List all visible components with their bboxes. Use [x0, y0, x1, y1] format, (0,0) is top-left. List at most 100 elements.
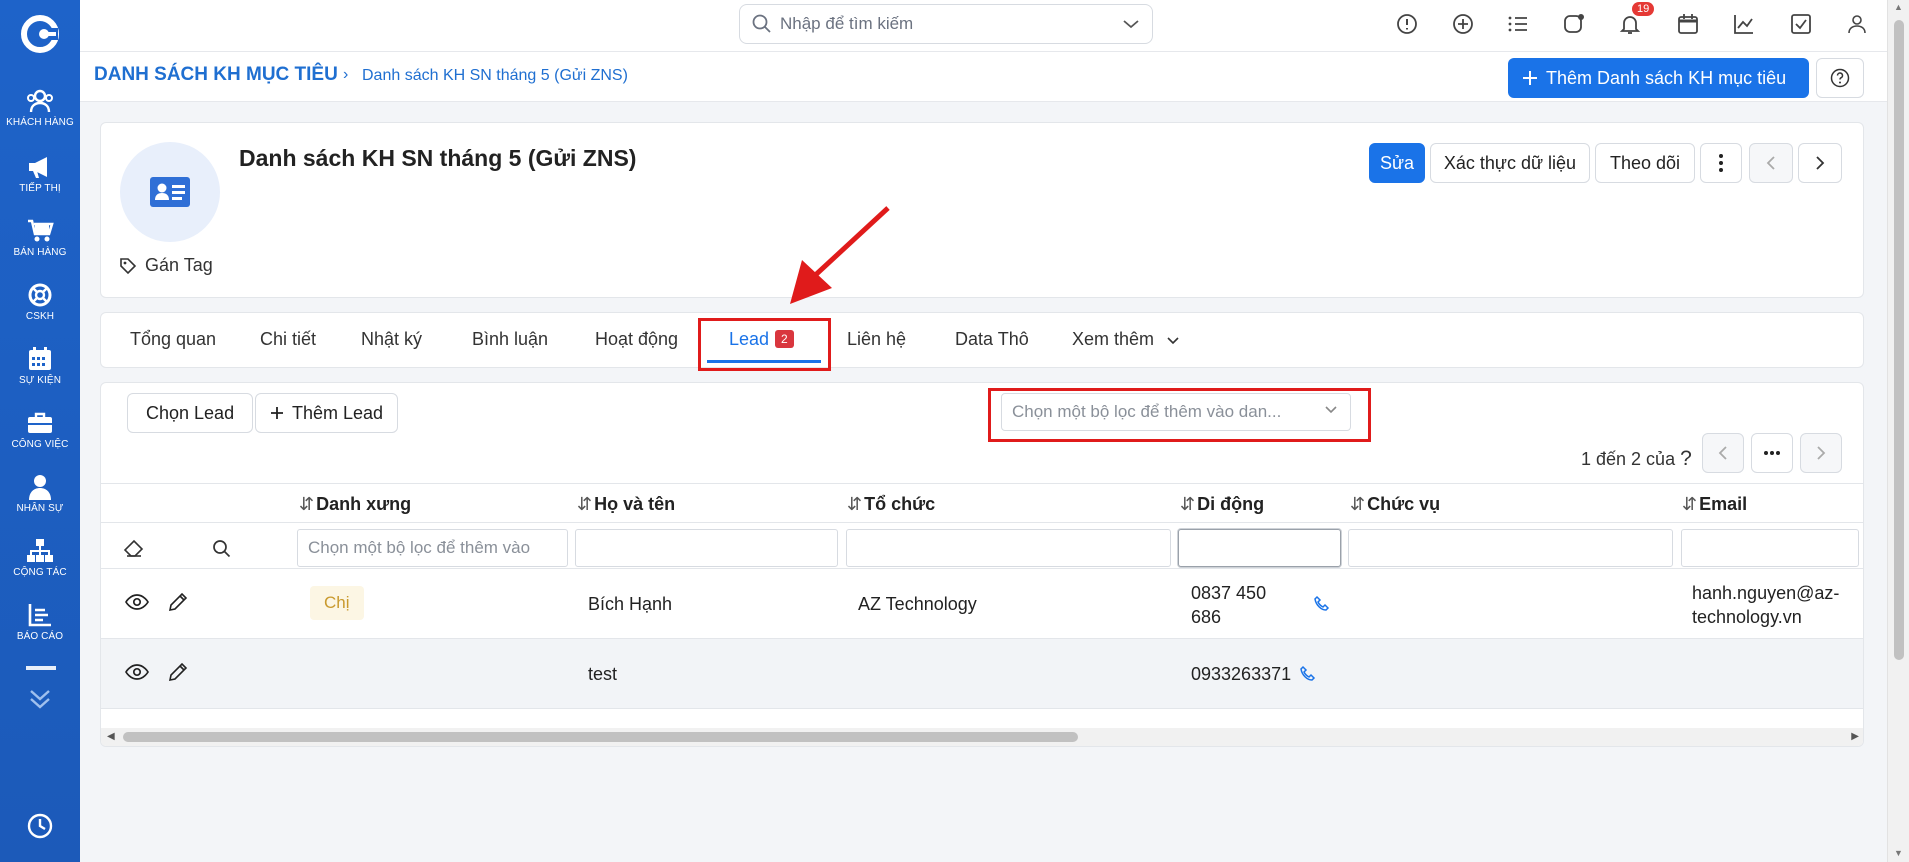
- tab-raw-data[interactable]: Data Thô: [955, 329, 1029, 350]
- page-options-button[interactable]: [1751, 433, 1793, 473]
- column-header-position[interactable]: ⇵ Chức vụ: [1350, 494, 1440, 515]
- tab-log[interactable]: Nhật ký: [361, 329, 422, 350]
- help-button[interactable]: [1816, 58, 1864, 98]
- breadcrumb-current[interactable]: Danh sách KH SN tháng 5 (Gửi ZNS): [362, 67, 628, 85]
- mobile-cell[interactable]: 0837 450 686: [1191, 581, 1266, 629]
- pencil-icon[interactable]: [167, 661, 189, 683]
- email-cell[interactable]: hanh.nguyen@az-technology.vn: [1692, 581, 1839, 629]
- breadcrumb-separator: ›: [343, 66, 349, 83]
- mobile-cell[interactable]: 0933263371: [1191, 664, 1291, 685]
- search-placeholder: Nhập để tìm kiếm: [780, 14, 914, 33]
- sort-icon: ⇵: [299, 494, 315, 514]
- add-circle-icon[interactable]: [1451, 12, 1475, 36]
- pagination-total[interactable]: ?: [1680, 447, 1692, 470]
- eraser-icon[interactable]: [123, 539, 145, 559]
- global-search[interactable]: Nhập để tìm kiếm: [739, 4, 1153, 44]
- verify-data-button[interactable]: Xác thực dữ liệu: [1430, 143, 1590, 183]
- eye-icon[interactable]: [125, 594, 149, 610]
- notification-count-badge: 19: [1632, 2, 1655, 16]
- add-target-list-label: Thêm Danh sách KH mục tiêu: [1546, 67, 1787, 88]
- org-chart-icon: [27, 539, 53, 562]
- calendar-icon: [29, 347, 51, 370]
- tab-overview[interactable]: Tổng quan: [130, 329, 216, 350]
- organization-filter-input[interactable]: [846, 529, 1171, 567]
- pencil-icon[interactable]: [167, 591, 189, 613]
- edit-button[interactable]: Sửa: [1369, 143, 1425, 183]
- table-row[interactable]: Chị Bích Hạnh AZ Technology 0837 450 686 …: [101, 569, 1863, 639]
- scroll-up-icon[interactable]: ▲: [1894, 2, 1903, 12]
- sidebar-item-reports[interactable]: BÁO CÁO: [0, 602, 80, 642]
- user-profile-icon[interactable]: [1845, 12, 1869, 36]
- sidebar-item-marketing[interactable]: TIẾP THỊ: [0, 154, 80, 194]
- organization-cell[interactable]: AZ Technology: [858, 594, 977, 615]
- table-row[interactable]: test 0933263371: [101, 639, 1863, 709]
- sidebar-item-support[interactable]: CSKH: [0, 282, 80, 322]
- sidebar-item-tasks[interactable]: CÔNG VIỆC: [0, 410, 80, 450]
- tab-details[interactable]: Chi tiết: [260, 329, 316, 350]
- assign-tag-button[interactable]: Gán Tag: [119, 255, 213, 276]
- chevron-double-down-icon[interactable]: [27, 688, 53, 710]
- position-filter-input[interactable]: [1348, 529, 1673, 567]
- scrollbar-thumb[interactable]: [1894, 20, 1904, 660]
- search-icon[interactable]: [212, 539, 232, 559]
- name-filter-input[interactable]: [575, 529, 838, 567]
- column-header-salutation[interactable]: ⇵ Danh xưng: [299, 494, 411, 515]
- scroll-down-icon[interactable]: ▼: [1894, 848, 1903, 858]
- email-filter-input[interactable]: [1681, 529, 1859, 567]
- eye-icon[interactable]: [125, 664, 149, 680]
- sort-icon: ⇵: [577, 494, 593, 514]
- page-scrollbar[interactable]: ▲ ▼: [1887, 0, 1909, 862]
- column-header-mobile[interactable]: ⇵ Di động: [1180, 494, 1264, 515]
- follow-button[interactable]: Theo dõi: [1595, 143, 1695, 183]
- column-header-email[interactable]: ⇵ Email: [1682, 494, 1747, 515]
- sidebar-item-sales[interactable]: BÁN HÀNG: [0, 218, 80, 258]
- next-record-button[interactable]: [1798, 143, 1842, 183]
- sidebar-item-hr[interactable]: NHÂN SỰ: [0, 474, 80, 514]
- horizontal-scrollbar-thumb[interactable]: [123, 732, 1078, 742]
- record-tabs: Tổng quan Chi tiết Nhật ký Bình luận Hoạ…: [100, 312, 1864, 368]
- sidebar-item-events[interactable]: SỰ KIỆN: [0, 346, 80, 386]
- sidebar-more-icon[interactable]: [26, 666, 56, 670]
- chat-icon[interactable]: [1562, 12, 1586, 36]
- list-icon[interactable]: [1506, 12, 1530, 36]
- column-header-organization[interactable]: ⇵ Tổ chức: [847, 494, 935, 515]
- sort-icon: ⇵: [847, 494, 863, 514]
- checkbox-icon[interactable]: [1789, 12, 1813, 36]
- salutation-filter-input[interactable]: Chọn một bộ lọc để thêm vào: [297, 529, 568, 567]
- next-page-button[interactable]: [1800, 433, 1842, 473]
- table-filter-row: Chọn một bộ lọc để thêm vào: [101, 523, 1863, 569]
- briefcase-icon: [28, 412, 52, 433]
- scroll-right-icon[interactable]: ▶: [1851, 731, 1859, 742]
- breadcrumb-root-link[interactable]: DANH SÁCH KH MỤC TIÊU: [94, 64, 338, 86]
- tab-comments[interactable]: Bình luận: [472, 329, 548, 350]
- full-name-cell[interactable]: Bích Hạnh: [588, 594, 672, 615]
- more-actions-button[interactable]: [1700, 143, 1742, 183]
- calendar-outline-icon[interactable]: [1676, 12, 1700, 36]
- clock-icon[interactable]: [26, 812, 54, 840]
- column-header-full-name[interactable]: ⇵ Họ và tên: [577, 494, 675, 515]
- chevron-down-icon[interactable]: [1122, 18, 1140, 30]
- tab-contacts[interactable]: Liên hệ: [847, 329, 906, 350]
- previous-record-button[interactable]: [1749, 143, 1793, 183]
- sidebar-item-collaboration[interactable]: CỘNG TÁC: [0, 538, 80, 578]
- sidebar-item-customers[interactable]: KHÁCH HÀNG: [0, 88, 80, 128]
- chart-line-icon[interactable]: [1732, 12, 1756, 36]
- full-name-cell[interactable]: test: [588, 664, 617, 685]
- phone-icon[interactable]: [1299, 665, 1317, 683]
- mobile-filter-input[interactable]: [1178, 529, 1341, 567]
- tab-activities[interactable]: Hoạt động: [595, 329, 678, 350]
- select-lead-button[interactable]: Chọn Lead: [127, 393, 254, 433]
- scroll-left-icon[interactable]: ◀: [107, 731, 115, 742]
- salutation-badge: Chị: [310, 586, 364, 620]
- add-target-list-button[interactable]: Thêm Danh sách KH mục tiêu: [1508, 58, 1809, 98]
- previous-page-button[interactable]: [1702, 433, 1744, 473]
- alert-circle-icon[interactable]: [1395, 12, 1419, 36]
- users-icon: [27, 89, 53, 113]
- app-logo-icon[interactable]: [20, 14, 60, 54]
- phone-icon[interactable]: [1313, 595, 1331, 613]
- pagination-info: 1 đến 2 của ?: [1581, 447, 1692, 471]
- tab-more[interactable]: Xem thêm: [1072, 329, 1179, 350]
- add-lead-button[interactable]: Thêm Lead: [255, 393, 399, 433]
- top-bar: Nhập để tìm kiếm: [80, 0, 1887, 52]
- table-horizontal-scrollbar[interactable]: ◀ ▶: [101, 728, 1863, 746]
